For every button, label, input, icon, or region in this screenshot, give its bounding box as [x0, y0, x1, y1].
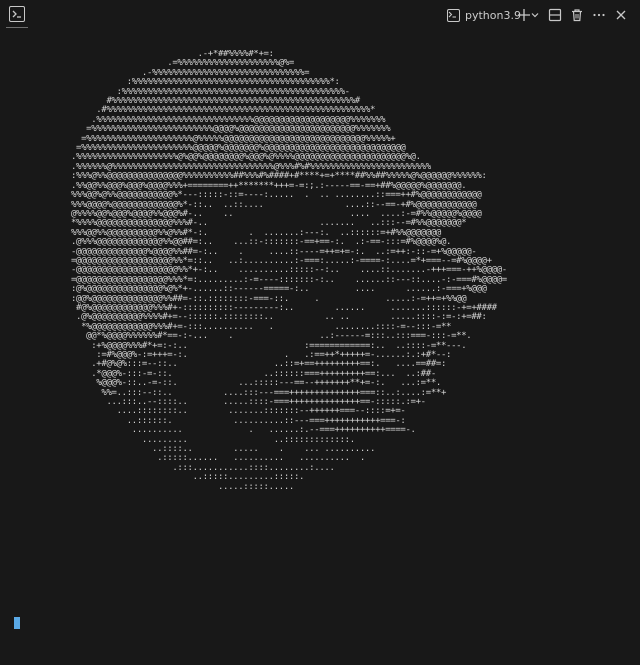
shell-selector[interactable]: python3.9 — [447, 5, 521, 25]
shell-name: python3.9 — [465, 8, 521, 22]
terminal-icon — [447, 8, 460, 22]
ascii-art-portrait: .-+*##%%%%#*+=: .=%%%%%%%%%%%%%%%%%%%%@%… — [70, 50, 507, 492]
close-panel-button[interactable] — [611, 5, 631, 25]
chevron-down-icon — [531, 13, 539, 18]
terminal-toolbar: python3.9 — [0, 0, 640, 30]
terminal-icon[interactable] — [9, 6, 25, 22]
terminal-dropdown-button[interactable] — [527, 5, 543, 25]
kill-terminal-button[interactable] — [567, 5, 587, 25]
split-terminal-button[interactable] — [545, 5, 565, 25]
terminal-cursor — [14, 617, 20, 629]
terminal-output[interactable]: .-+*##%%%%#*+=: .=%%%%%%%%%%%%%%%%%%%%@%… — [0, 50, 640, 610]
split-icon — [548, 8, 562, 22]
trash-icon — [572, 9, 582, 22]
more-actions-button[interactable] — [589, 5, 609, 25]
active-tab-indicator — [6, 27, 28, 28]
close-icon — [616, 10, 626, 20]
ellipsis-icon — [593, 13, 605, 17]
